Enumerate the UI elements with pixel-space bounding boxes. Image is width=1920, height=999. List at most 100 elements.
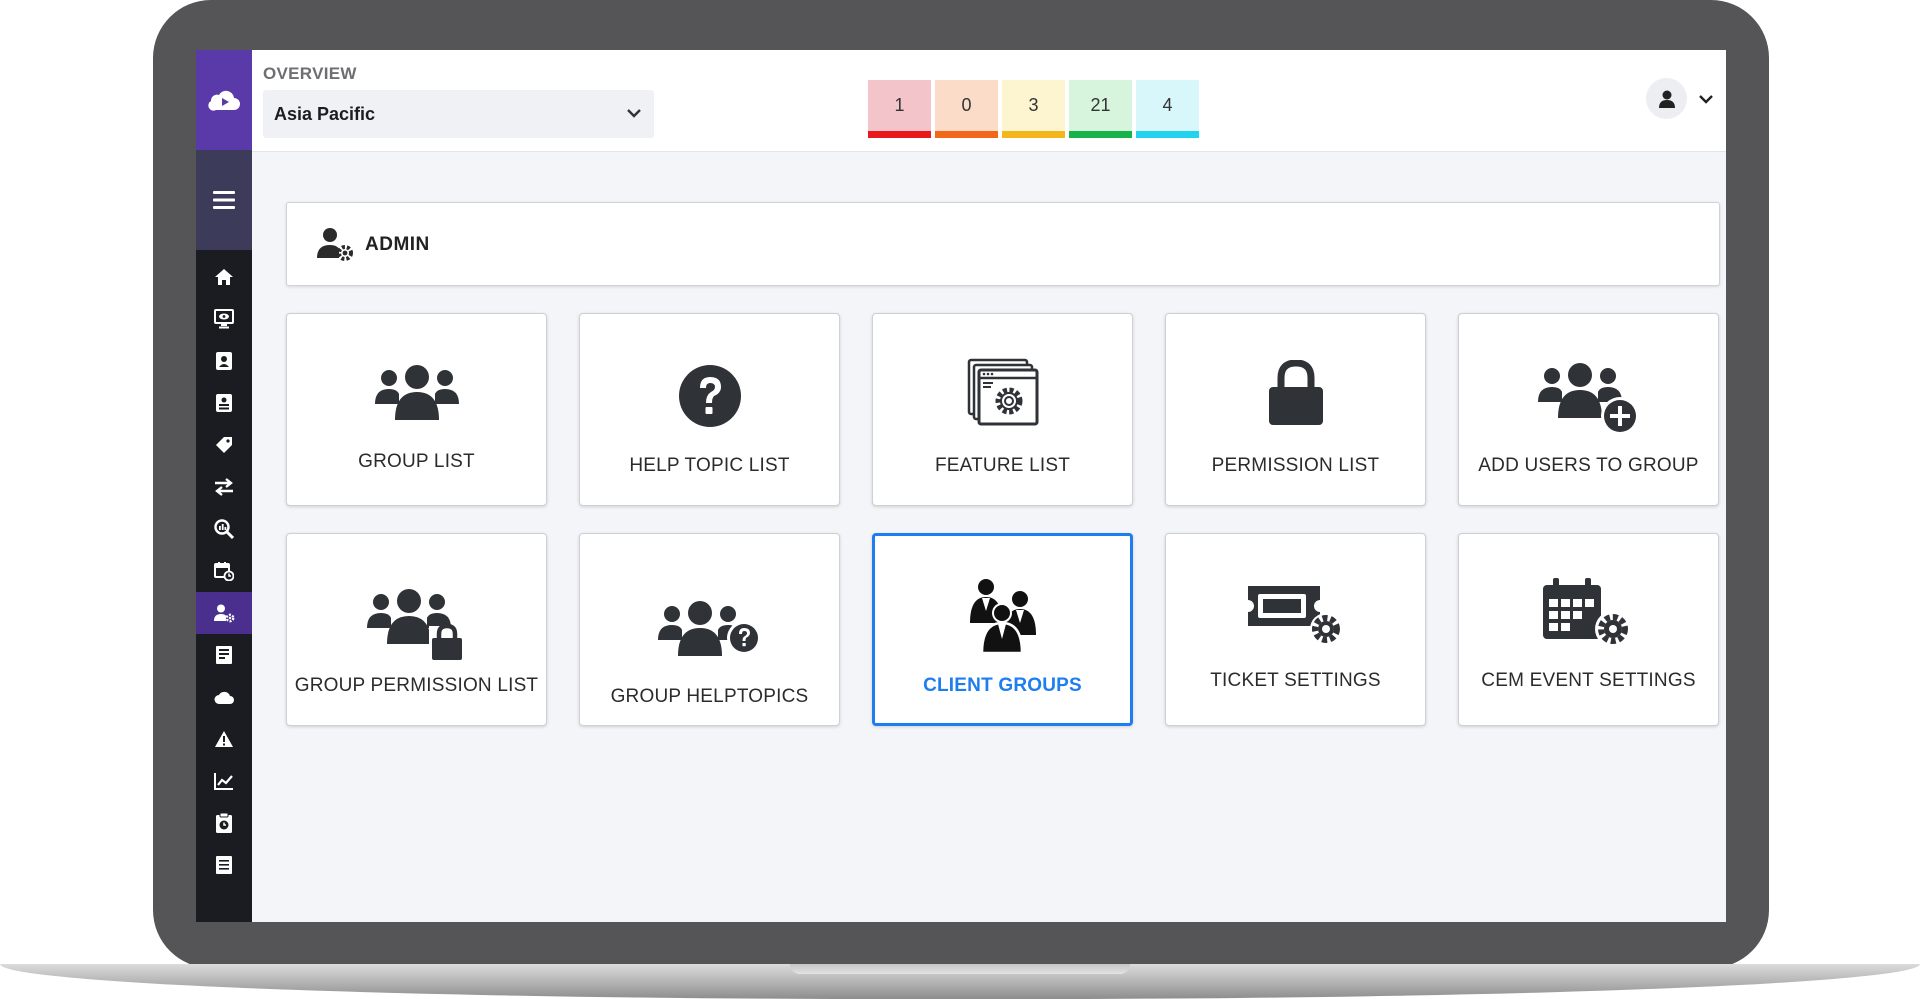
tile-icon-wrap bbox=[580, 364, 839, 428]
severity-info-bar bbox=[1136, 131, 1199, 138]
app-screen: OVERVIEW Asia Pacific 1 0 3 21 4 ADMIN G… bbox=[196, 50, 1726, 922]
cloud-play-logo-icon bbox=[208, 90, 240, 111]
tile-cem-event-settings[interactable]: CEM EVENT SETTINGS bbox=[1458, 533, 1719, 726]
region-selected-value: Asia Pacific bbox=[274, 103, 376, 124]
severity-info-count: 4 bbox=[1136, 80, 1199, 131]
sidebar-item-contacts[interactable] bbox=[196, 340, 252, 382]
sidebar-item-tasks[interactable] bbox=[196, 802, 252, 844]
user-menu[interactable] bbox=[1646, 78, 1726, 122]
tile-label: ADD USERS TO GROUP bbox=[1478, 455, 1699, 476]
severity-warning[interactable]: 21 bbox=[1069, 80, 1132, 138]
user-icon bbox=[1658, 90, 1675, 108]
tile-help-topic-list[interactable]: HELP TOPIC LIST bbox=[579, 313, 840, 506]
tile-icon-wrap bbox=[875, 577, 1130, 653]
sidebar-item-reports[interactable] bbox=[196, 634, 252, 676]
sidebar-item-alerts[interactable] bbox=[196, 718, 252, 760]
users-question-icon bbox=[657, 601, 761, 656]
question-circle-icon bbox=[678, 365, 741, 427]
severity-minor[interactable]: 3 bbox=[1002, 80, 1065, 138]
sidebar-item-tags[interactable] bbox=[196, 424, 252, 466]
client-groups-icon bbox=[969, 579, 1036, 653]
chevron-down-icon[interactable] bbox=[1698, 92, 1714, 106]
tile-icon-wrap bbox=[580, 600, 839, 660]
tile-icon-wrap bbox=[287, 588, 546, 662]
sidebar-item-schedule[interactable] bbox=[196, 550, 252, 592]
severity-minor-bar bbox=[1002, 131, 1065, 138]
window-gear-icon bbox=[967, 358, 1038, 426]
tag-icon bbox=[216, 437, 232, 453]
severity-minor-count: 3 bbox=[1002, 80, 1065, 131]
region-dropdown[interactable]: Asia Pacific bbox=[263, 90, 654, 138]
severity-critical[interactable]: 1 bbox=[868, 80, 931, 138]
tile-add-users-to-group[interactable]: ADD USERS TO GROUP bbox=[1458, 313, 1719, 506]
severity-major-count: 0 bbox=[935, 80, 998, 131]
top-bar: OVERVIEW Asia Pacific 1 0 3 21 4 bbox=[252, 50, 1726, 152]
severity-major[interactable]: 0 bbox=[935, 80, 998, 138]
sidebar-item-home[interactable] bbox=[196, 256, 252, 298]
home-icon bbox=[215, 269, 233, 285]
sidebar-item-admin[interactable] bbox=[196, 592, 252, 634]
sidebar-item-analytics[interactable] bbox=[196, 508, 252, 550]
tile-label: GROUP HELPTOPICS bbox=[610, 686, 809, 707]
tile-label: FEATURE LIST bbox=[934, 455, 1071, 476]
sidebar-nav bbox=[196, 256, 252, 886]
severity-info[interactable]: 4 bbox=[1136, 80, 1199, 138]
tile-label: GROUP LIST bbox=[358, 451, 475, 472]
line-chart-icon bbox=[214, 773, 233, 790]
overview-label: OVERVIEW bbox=[263, 64, 357, 83]
tile-label: CLIENT GROUPS bbox=[923, 675, 1082, 696]
users-icon bbox=[374, 365, 459, 420]
tile-icon-wrap bbox=[1459, 577, 1718, 649]
tile-permission-list[interactable]: PERMISSION LIST bbox=[1165, 313, 1426, 506]
transfer-arrows-icon bbox=[215, 478, 233, 496]
sidebar-item-cloud[interactable] bbox=[196, 676, 252, 718]
sidebar-item-trends[interactable] bbox=[196, 760, 252, 802]
severity-warning-bar bbox=[1069, 131, 1132, 138]
tile-icon-wrap bbox=[873, 358, 1132, 426]
users-plus-icon bbox=[1537, 363, 1639, 435]
sidebar-item-notes[interactable] bbox=[196, 844, 252, 886]
laptop-notch bbox=[790, 964, 1130, 974]
cloud-icon bbox=[214, 691, 234, 704]
user-gear-icon bbox=[214, 604, 235, 623]
severity-warning-count: 21 bbox=[1069, 80, 1132, 131]
tile-group-list[interactable]: GROUP LIST bbox=[286, 313, 547, 506]
tile-label: GROUP PERMISSION LIST bbox=[294, 675, 539, 696]
tile-ticket-settings[interactable]: TICKET SETTINGS bbox=[1165, 533, 1426, 726]
report-icon bbox=[216, 646, 232, 664]
avatar[interactable] bbox=[1646, 78, 1687, 119]
chevron-down-icon bbox=[627, 109, 641, 118]
page-header: ADMIN bbox=[286, 202, 1720, 286]
sidebar-item-id-card[interactable] bbox=[196, 382, 252, 424]
menu-toggle[interactable] bbox=[196, 150, 252, 250]
sidebar bbox=[196, 50, 252, 922]
ticket-gear-icon bbox=[1247, 586, 1342, 645]
tile-label: PERMISSION LIST bbox=[1211, 455, 1380, 476]
sidebar-item-monitor[interactable] bbox=[196, 298, 252, 340]
severity-critical-bar bbox=[868, 131, 931, 138]
search-analytics-icon bbox=[214, 519, 234, 539]
tile-label: CEM EVENT SETTINGS bbox=[1481, 670, 1696, 691]
tile-icon-wrap bbox=[1459, 362, 1718, 436]
tile-label: HELP TOPIC LIST bbox=[629, 455, 790, 476]
tile-icon-wrap bbox=[287, 364, 546, 422]
users-lock-icon bbox=[366, 589, 465, 662]
tile-group-permission-list[interactable]: GROUP PERMISSION LIST bbox=[286, 533, 547, 726]
severity-critical-count: 1 bbox=[868, 80, 931, 131]
sidebar-item-transfers[interactable] bbox=[196, 466, 252, 508]
calendar-clock-icon bbox=[214, 562, 234, 581]
contacts-icon bbox=[216, 352, 232, 370]
cloud-alert-icon bbox=[215, 731, 233, 747]
monitor-eye-icon bbox=[214, 309, 234, 329]
tile-client-groups[interactable]: CLIENT GROUPS bbox=[872, 533, 1133, 726]
tile-label: TICKET SETTINGS bbox=[1210, 670, 1381, 691]
tile-feature-list[interactable]: FEATURE LIST bbox=[872, 313, 1133, 506]
calendar-gear-icon bbox=[1542, 578, 1631, 647]
notes-icon bbox=[216, 856, 232, 874]
user-gear-icon bbox=[317, 228, 353, 261]
app-logo[interactable] bbox=[196, 50, 252, 150]
hamburger-icon bbox=[213, 191, 235, 209]
tile-icon-wrap bbox=[1166, 582, 1425, 648]
tile-group-helptopics[interactable]: GROUP HELPTOPICS bbox=[579, 533, 840, 726]
severity-major-bar bbox=[935, 131, 998, 138]
